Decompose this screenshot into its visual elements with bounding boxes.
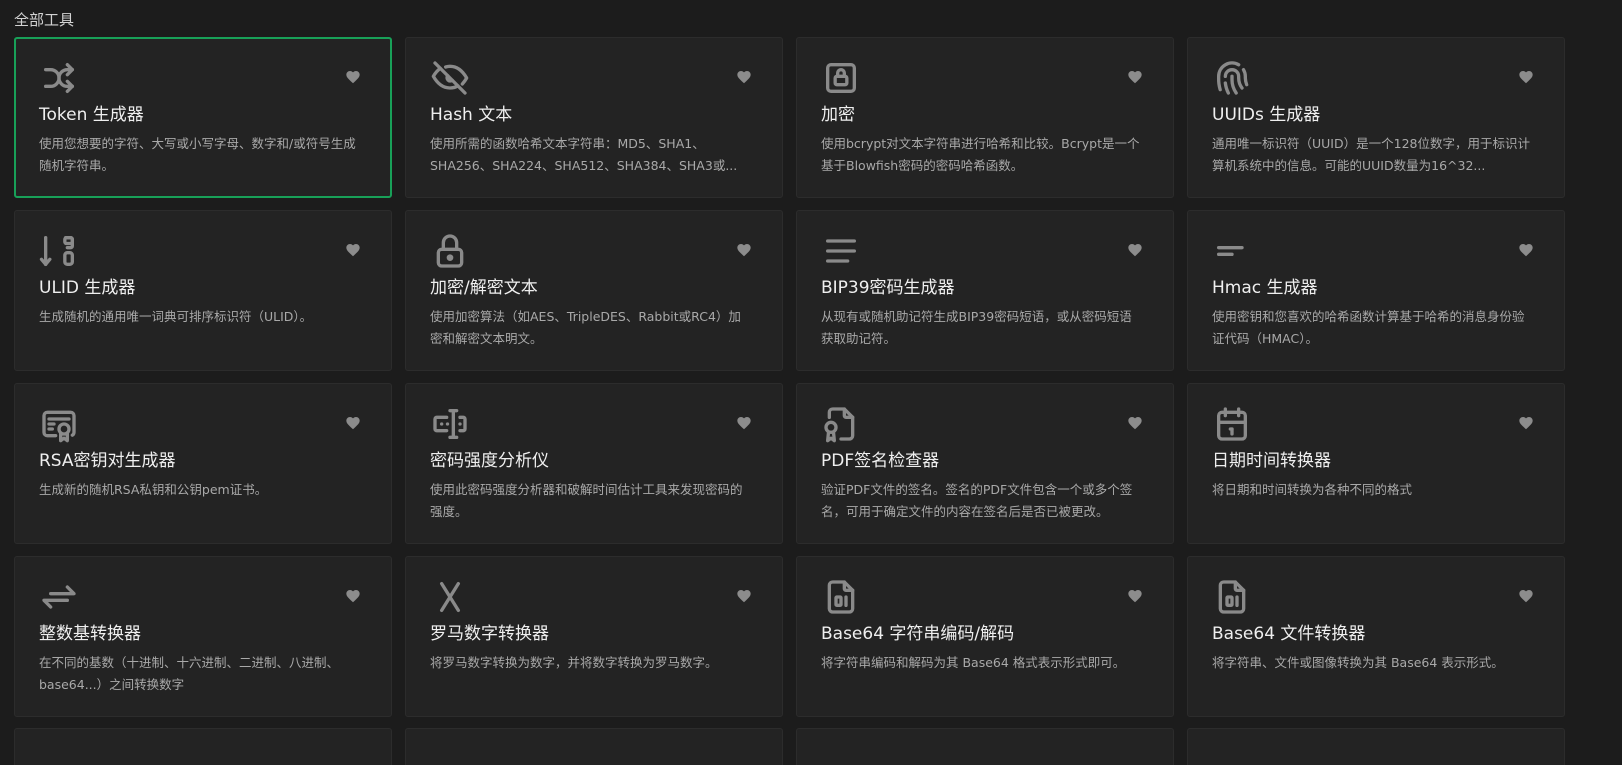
favorite-heart-icon[interactable] bbox=[1127, 69, 1143, 85]
arrows-exchange-icon bbox=[39, 577, 79, 617]
tool-card-title: 整数基转换器 bbox=[39, 624, 141, 644]
calendar-icon bbox=[1212, 404, 1252, 444]
tool-card-description: 将字符串编码和解码为其 Base64 格式表示形式即可。 bbox=[821, 655, 1126, 670]
tool-card-description: 使用bcrypt对文本字符串进行哈希和比较。Bcrypt是一个基于Blowfis… bbox=[821, 136, 1140, 173]
favorite-heart-icon[interactable] bbox=[736, 69, 752, 85]
tool-card-title: 密码强度分析仪 bbox=[430, 451, 549, 471]
tool-card-title: BIP39密码生成器 bbox=[821, 278, 955, 298]
tool-card[interactable]: 加密使用bcrypt对文本字符串进行哈希和比较。Bcrypt是一个基于Blowf… bbox=[796, 37, 1174, 198]
favorite-heart-icon[interactable] bbox=[736, 415, 752, 431]
favorite-heart-icon[interactable] bbox=[345, 69, 361, 85]
tool-card-partial[interactable] bbox=[796, 728, 1174, 765]
list-lines-icon bbox=[821, 231, 861, 271]
tools-grid-next-row bbox=[14, 728, 1565, 765]
favorite-heart-icon[interactable] bbox=[736, 242, 752, 258]
eye-off-icon bbox=[430, 58, 470, 98]
favorite-heart-icon[interactable] bbox=[1518, 415, 1534, 431]
favorite-heart-icon[interactable] bbox=[1518, 242, 1534, 258]
tool-card-title: 加密 bbox=[821, 105, 855, 125]
favorite-heart-icon[interactable] bbox=[345, 242, 361, 258]
tool-card-title: UUIDs 生成器 bbox=[1212, 105, 1321, 125]
tool-card-title: 加密/解密文本 bbox=[430, 278, 538, 298]
tool-card[interactable]: Token 生成器使用您想要的字符、大写或小写字母、数字和/或符号生成随机字符串… bbox=[14, 37, 392, 198]
tools-page: 全部工具 Token 生成器使用您想要的字符、大写或小写字母、数字和/或符号生成… bbox=[0, 0, 1622, 765]
favorite-heart-icon[interactable] bbox=[1127, 242, 1143, 258]
tool-card[interactable]: 加密/解密文本使用加密算法（如AES、TripleDES、Rabbit或RC4）… bbox=[405, 210, 783, 371]
password-input-icon bbox=[430, 404, 470, 444]
file-certificate-icon bbox=[821, 404, 861, 444]
file-binary-icon bbox=[1212, 577, 1252, 617]
favorite-heart-icon[interactable] bbox=[1127, 588, 1143, 604]
favorite-heart-icon[interactable] bbox=[345, 415, 361, 431]
tool-card-description: 使用所需的函数哈希文本字符串：MD5、SHA1、SHA256、SHA224、SH… bbox=[430, 136, 738, 173]
tool-card-title: PDF签名检查器 bbox=[821, 451, 940, 471]
favorite-heart-icon[interactable] bbox=[1518, 588, 1534, 604]
tool-card[interactable]: ULID 生成器生成随机的通用唯一词典可排序标识符（ULID）。 bbox=[14, 210, 392, 371]
favorite-heart-icon[interactable] bbox=[736, 588, 752, 604]
tool-card-description: 生成新的随机RSA私钥和公钥pem证书。 bbox=[39, 482, 268, 497]
tool-card[interactable]: RSA密钥对生成器生成新的随机RSA私钥和公钥pem证书。 bbox=[14, 383, 392, 544]
tool-card-title: Hash 文本 bbox=[430, 105, 513, 125]
tool-card-title: RSA密钥对生成器 bbox=[39, 451, 176, 471]
tool-card-title: 日期时间转换器 bbox=[1212, 451, 1331, 471]
tool-card-description: 使用此密码强度分析器和破解时间估计工具来发现密码的强度。 bbox=[430, 482, 743, 519]
tool-card[interactable]: Base64 字符串编码/解码将字符串编码和解码为其 Base64 格式表示形式… bbox=[796, 556, 1174, 717]
lock-square-icon bbox=[821, 58, 861, 98]
tool-card[interactable]: Base64 文件转换器将字符串、文件或图像转换为其 Base64 表示形式。 bbox=[1187, 556, 1565, 717]
tool-card-title: Base64 字符串编码/解码 bbox=[821, 624, 1015, 644]
certificate-icon bbox=[39, 404, 79, 444]
tool-card-description: 使用您想要的字符、大写或小写字母、数字和/或符号生成随机字符串。 bbox=[39, 136, 356, 173]
tool-card[interactable]: 罗马数字转换器将罗马数字转换为数字，并将数字转换为罗马数字。 bbox=[405, 556, 783, 717]
tool-card-title: 罗马数字转换器 bbox=[430, 624, 549, 644]
tool-card-description: 使用加密算法（如AES、TripleDES、Rabbit或RC4）加密和解密文本… bbox=[430, 309, 741, 346]
letter-x-icon bbox=[430, 577, 470, 617]
tool-card-description: 将字符串、文件或图像转换为其 Base64 表示形式。 bbox=[1212, 655, 1504, 670]
sort-numeric-icon bbox=[39, 231, 79, 271]
tool-card[interactable]: Hash 文本使用所需的函数哈希文本字符串：MD5、SHA1、SHA256、SH… bbox=[405, 37, 783, 198]
tool-card[interactable]: 日期时间转换器将日期和时间转换为各种不同的格式 bbox=[1187, 383, 1565, 544]
tool-card-description: 通用唯一标识符（UUID）是一个128位数字，用于标识计算机系统中的信息。可能的… bbox=[1212, 136, 1530, 173]
tool-card-title: Token 生成器 bbox=[39, 105, 144, 125]
tool-card[interactable]: BIP39密码生成器从现有或随机助记符生成BIP39密码短语，或从密码短语获取助… bbox=[796, 210, 1174, 371]
tool-card[interactable]: PDF签名检查器验证PDF文件的签名。签名的PDF文件包含一个或多个签名，可用于… bbox=[796, 383, 1174, 544]
section-title: 全部工具 bbox=[14, 11, 75, 29]
short-text-icon bbox=[1212, 231, 1252, 271]
tool-card-description: 从现有或随机助记符生成BIP39密码短语，或从密码短语获取助记符。 bbox=[821, 309, 1132, 346]
tool-card-description: 生成随机的通用唯一词典可排序标识符（ULID）。 bbox=[39, 309, 313, 324]
tool-card-partial[interactable] bbox=[1187, 728, 1565, 765]
shuffle-icon bbox=[39, 58, 79, 98]
tool-card[interactable]: Hmac 生成器使用密钥和您喜欢的哈希函数计算基于哈希的消息身份验证代码（HMA… bbox=[1187, 210, 1565, 371]
favorite-heart-icon[interactable] bbox=[345, 588, 361, 604]
fingerprint-icon bbox=[1212, 58, 1252, 98]
tool-card[interactable]: 整数基转换器在不同的基数（十进制、十六进制、二进制、八进制、base64...）… bbox=[14, 556, 392, 717]
tool-card-title: Base64 文件转换器 bbox=[1212, 624, 1366, 644]
favorite-heart-icon[interactable] bbox=[1518, 69, 1534, 85]
tool-card-description: 使用密钥和您喜欢的哈希函数计算基于哈希的消息身份验证代码（HMAC）。 bbox=[1212, 309, 1525, 346]
lock-icon bbox=[430, 231, 470, 271]
tool-card-description: 在不同的基数（十进制、十六进制、二进制、八进制、base64...）之间转换数字 bbox=[39, 655, 340, 692]
tools-grid: Token 生成器使用您想要的字符、大写或小写字母、数字和/或符号生成随机字符串… bbox=[14, 37, 1565, 717]
tool-card-description: 将罗马数字转换为数字，并将数字转换为罗马数字。 bbox=[430, 655, 718, 670]
tool-card-description: 验证PDF文件的签名。签名的PDF文件包含一个或多个签名，可用于确定文件的内容在… bbox=[821, 482, 1133, 519]
tool-card-partial[interactable] bbox=[14, 728, 392, 765]
favorite-heart-icon[interactable] bbox=[1127, 415, 1143, 431]
file-binary-icon bbox=[821, 577, 861, 617]
tool-card[interactable]: UUIDs 生成器通用唯一标识符（UUID）是一个128位数字，用于标识计算机系… bbox=[1187, 37, 1565, 198]
tool-card-title: ULID 生成器 bbox=[39, 278, 136, 298]
tool-card-title: Hmac 生成器 bbox=[1212, 278, 1318, 298]
tool-card-partial[interactable] bbox=[405, 728, 783, 765]
tool-card[interactable]: 密码强度分析仪使用此密码强度分析器和破解时间估计工具来发现密码的强度。 bbox=[405, 383, 783, 544]
tool-card-description: 将日期和时间转换为各种不同的格式 bbox=[1212, 482, 1413, 497]
